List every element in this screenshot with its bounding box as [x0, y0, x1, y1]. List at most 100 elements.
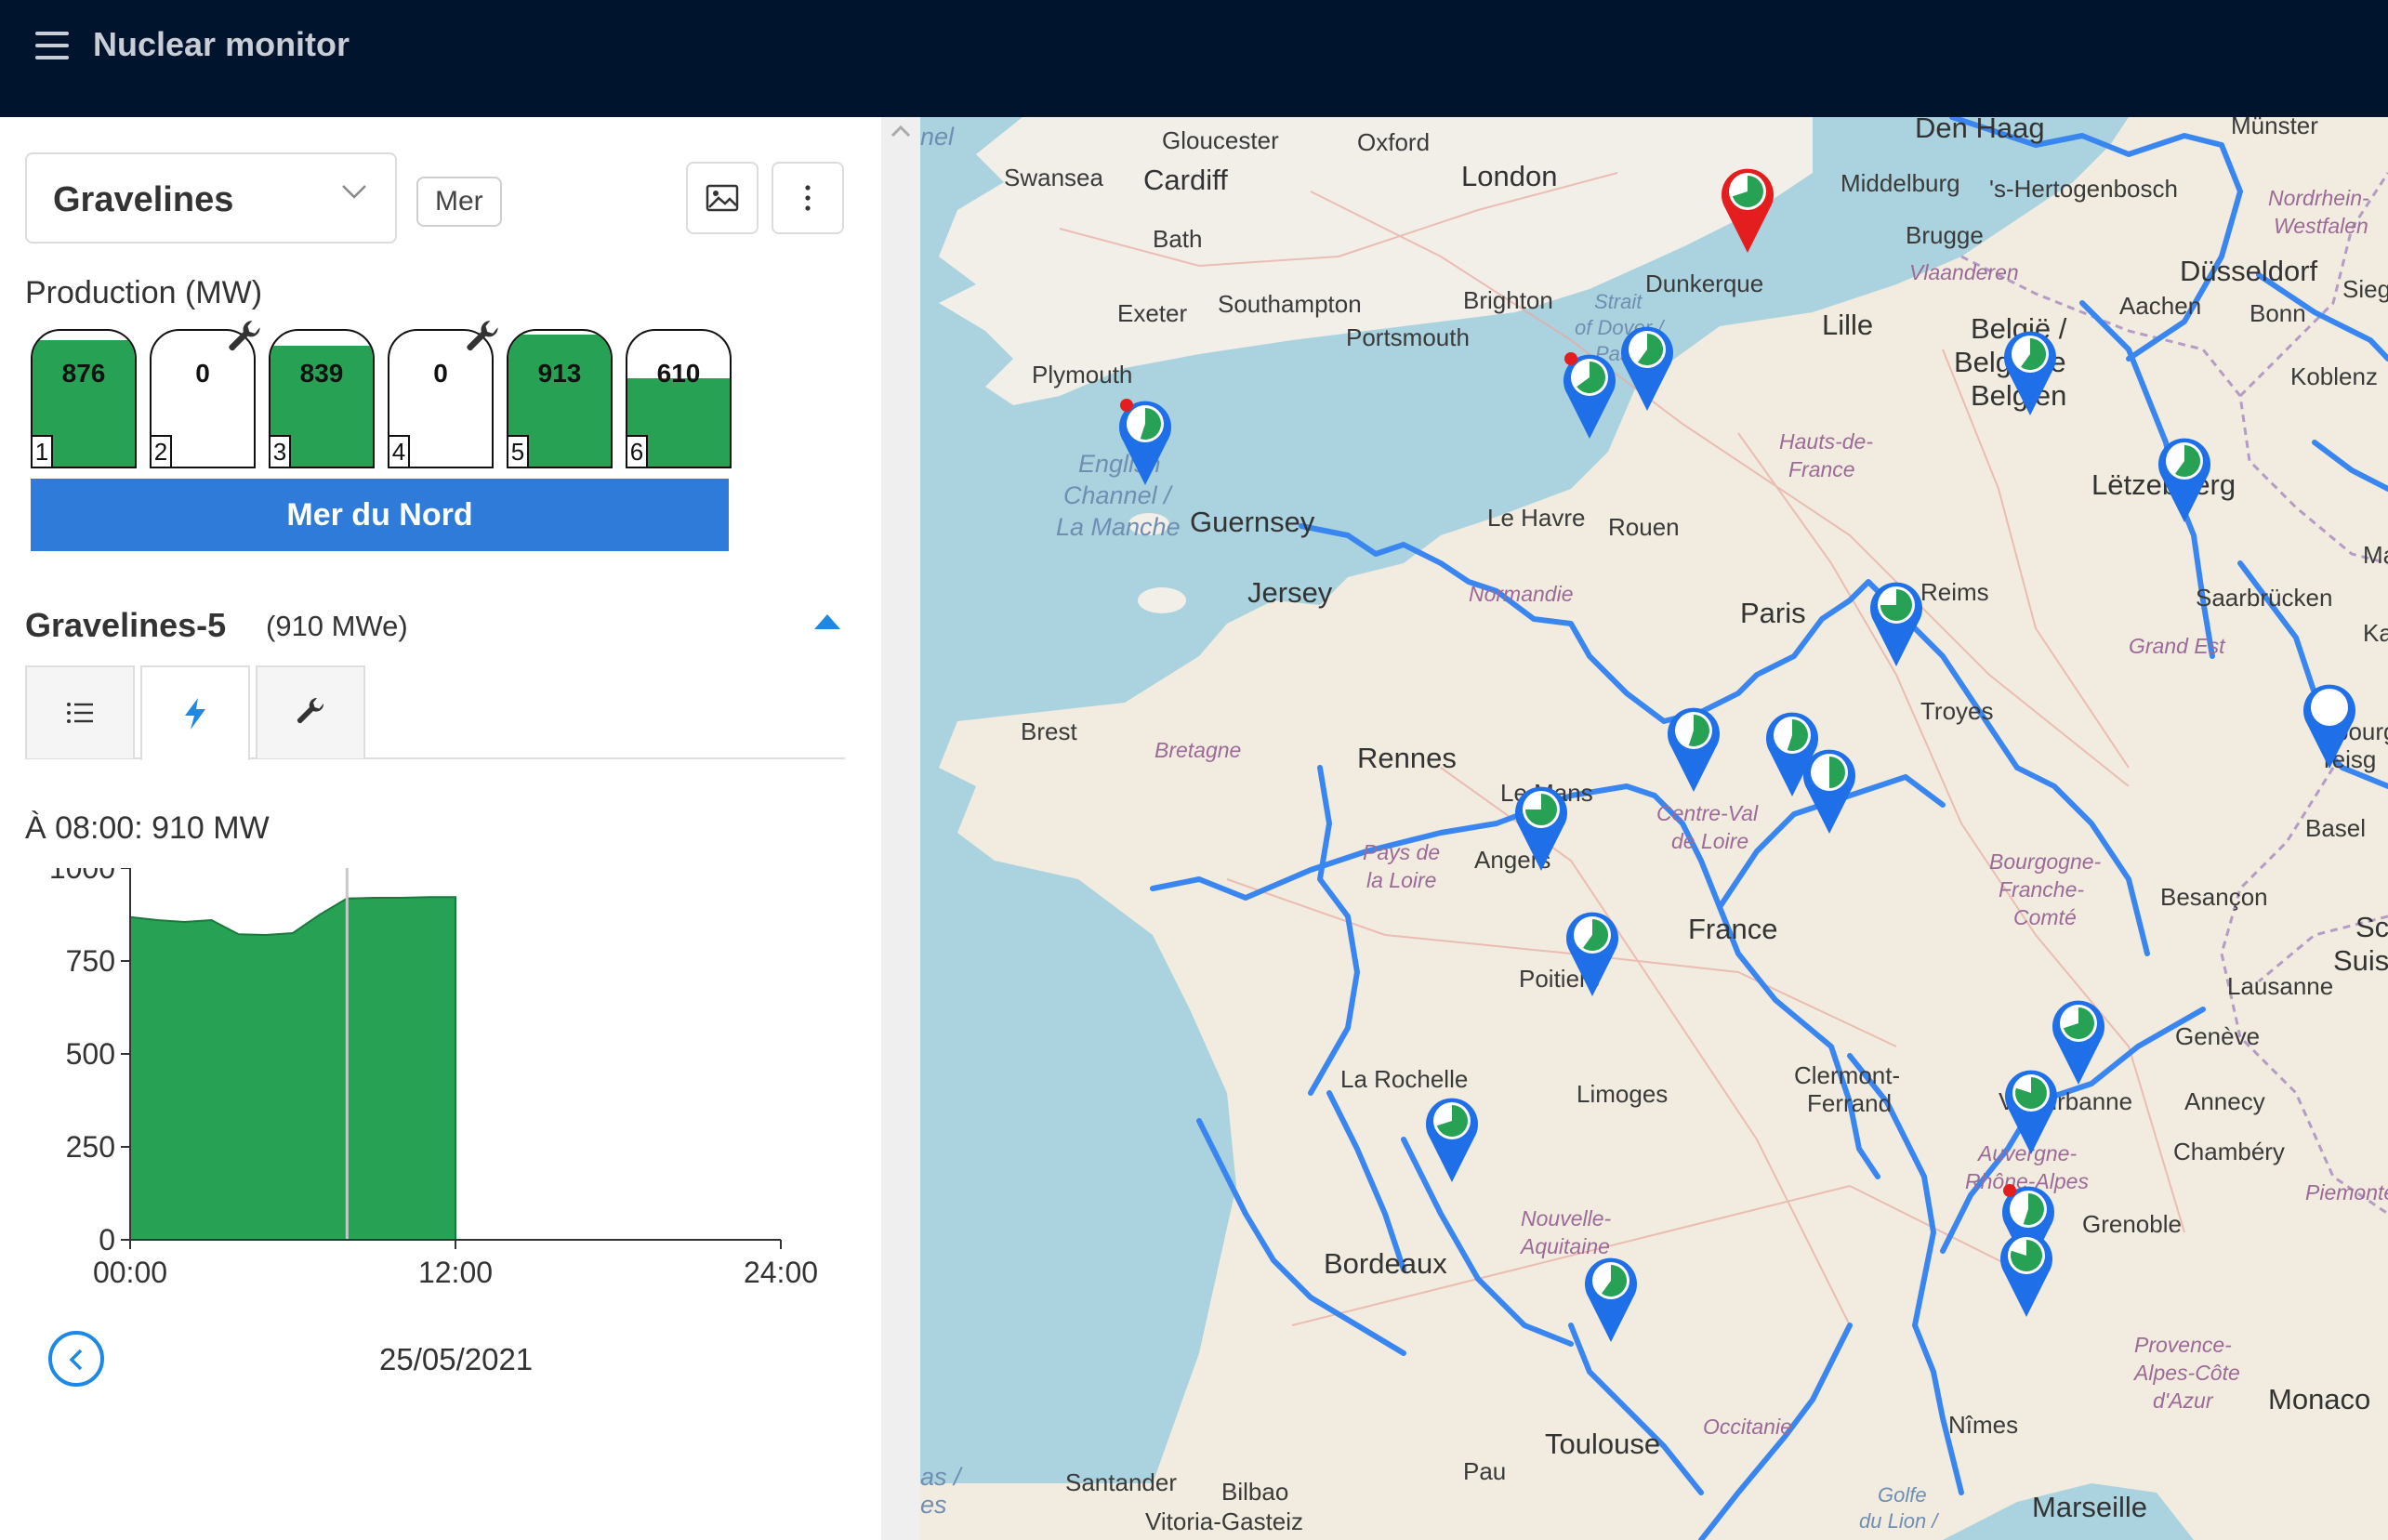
- map-label-suisse: Suisse: [2333, 944, 2388, 977]
- reactor-6[interactable]: 610 6: [626, 329, 732, 468]
- reactor-5[interactable]: 913 5: [507, 329, 613, 468]
- plant-marker[interactable]: [2155, 433, 2214, 524]
- x-tick-label: 24:00: [744, 1256, 818, 1289]
- plant-marker[interactable]: [1563, 907, 1622, 998]
- plant-marker-offline[interactable]: [2300, 679, 2359, 770]
- tab-maintenance[interactable]: [256, 665, 365, 758]
- plant-marker[interactable]: [1560, 349, 1619, 441]
- reactor-number: 3: [270, 435, 291, 467]
- map-label-aachen: Aachen: [2119, 292, 2202, 320]
- production-chart: 0 250 500 750 1000 00:00 12:00 24:00: [49, 868, 818, 1289]
- map-label-golfe: Golfe: [1878, 1483, 1927, 1507]
- previous-day-button[interactable]: [48, 1331, 104, 1387]
- reactor-value: 610: [656, 359, 701, 388]
- site-select[interactable]: Gravelines: [25, 152, 397, 244]
- plant-marker[interactable]: [1800, 744, 1859, 836]
- wrench-icon: [297, 697, 324, 724]
- map-label-jersey: Jersey: [1247, 576, 1333, 609]
- plant-marker[interactable]: [2001, 1065, 2061, 1156]
- map-label-la-rochelle: La Rochelle: [1340, 1065, 1469, 1093]
- map-label-paris: Paris: [1740, 597, 1806, 629]
- map-label-normandie: Normandie: [1469, 582, 1574, 606]
- plant-marker[interactable]: [2000, 326, 2060, 417]
- map-label-nordrhein: Nordrhein-: [2268, 186, 2369, 210]
- map-label-la-loire: la Loire: [1366, 868, 1437, 892]
- chevron-down-icon: [342, 185, 366, 199]
- map-label-bourgogne: Bourgogne-: [1989, 849, 2102, 874]
- plant-marker[interactable]: [1664, 703, 1723, 794]
- y-tick-label: 500: [66, 1037, 115, 1071]
- map-label-strait: Strait: [1594, 290, 1643, 313]
- map-label-rennes: Rennes: [1357, 742, 1457, 774]
- y-tick-label: 750: [66, 944, 115, 978]
- plant-marker[interactable]: [1867, 577, 1926, 668]
- map-label-saarbrucken: Saarbrücken: [2196, 584, 2333, 612]
- plant-marker[interactable]: [1997, 1228, 2056, 1319]
- map-label-alpes: Alpes-Côte: [2134, 1361, 2240, 1385]
- plant-marker[interactable]: [1115, 396, 1175, 487]
- plant-marker[interactable]: [1422, 1093, 1482, 1184]
- reactor-3[interactable]: 839 3: [269, 329, 375, 468]
- map-label-guernsey: Guernsey: [1190, 506, 1315, 538]
- site-select-value: Gravelines: [53, 180, 234, 219]
- x-tick-label: 12:00: [418, 1256, 493, 1289]
- tab-list[interactable]: [25, 665, 135, 758]
- cooling-source-bar[interactable]: Mer du Nord: [31, 479, 729, 551]
- map-label-nel: nel: [920, 123, 955, 151]
- app-title: Nuclear monitor: [93, 25, 350, 63]
- x-tick-label: 00:00: [93, 1256, 167, 1289]
- map-label-es: es: [920, 1491, 947, 1519]
- map-label-lausanne: Lausanne: [2227, 972, 2334, 1000]
- map-label-dunkerque: Dunkerque: [1645, 270, 1764, 297]
- map-label-centre: Centre-Val: [1656, 801, 1759, 825]
- map-label-le-havre: Le Havre: [1487, 504, 1586, 532]
- map-label-besancon: Besançon: [2160, 883, 2268, 911]
- scrollbar[interactable]: [881, 117, 920, 1540]
- map-label-toulouse: Toulouse: [1545, 1428, 1661, 1460]
- map-label-brugge: Brugge: [1906, 221, 1984, 249]
- map-label-limoges: Limoges: [1577, 1080, 1669, 1108]
- map-label-exeter: Exeter: [1117, 299, 1188, 327]
- unit-capacity: (910 MWe): [266, 610, 408, 642]
- map-label-bretagne: Bretagne: [1154, 738, 1242, 762]
- plant-marker[interactable]: [1581, 1253, 1641, 1344]
- more-options-button[interactable]: [772, 162, 844, 234]
- production-area: [129, 896, 456, 1241]
- reactor-1[interactable]: 876 1: [31, 329, 137, 468]
- reactor-number: 4: [389, 435, 410, 467]
- map-label-nimes: Nîmes: [1948, 1411, 2019, 1439]
- plant-marker[interactable]: [1718, 164, 1777, 255]
- production-at-time: À 08:00: 910 MW: [25, 810, 270, 846]
- map-label-pays: Pays de: [1363, 840, 1441, 864]
- scroll-up-icon[interactable]: [891, 125, 911, 138]
- map-label-lille: Lille: [1822, 309, 1874, 341]
- map-label-ka: Ka: [2363, 619, 2388, 647]
- map-label-piemonte: Piemonte: [2305, 1180, 2388, 1204]
- map-label-clermont: Clermont-: [1794, 1061, 1901, 1089]
- map-label-dusseldorf: Düsseldorf: [2180, 255, 2318, 287]
- production-label: Production (MW): [25, 275, 263, 310]
- hamburger-menu-icon[interactable]: [35, 32, 69, 59]
- map-label-grand-est: Grand Est: [2129, 634, 2225, 658]
- map-label-franche: Franche-: [1999, 877, 2085, 902]
- reactor-value: 0: [195, 359, 210, 388]
- lightning-icon: [185, 698, 205, 730]
- map-label-dazur: d'Azur: [2153, 1389, 2213, 1413]
- reactor-value: 0: [433, 359, 448, 388]
- list-icon: [67, 703, 93, 723]
- tab-power[interactable]: [140, 665, 250, 760]
- plant-marker[interactable]: [1617, 322, 1677, 413]
- plant-marker[interactable]: [1511, 782, 1571, 873]
- y-tick-label: 1000: [49, 868, 115, 885]
- map-label-bilbao: Bilbao: [1221, 1478, 1289, 1506]
- map-label-rouen: Rouen: [1608, 513, 1680, 541]
- image-button[interactable]: [686, 162, 759, 234]
- map-label-grenoble: Grenoble: [2082, 1210, 2182, 1238]
- map-label-swansea: Swansea: [1004, 164, 1103, 191]
- map-label-provence: Provence-: [2134, 1333, 2232, 1357]
- reactor-number: 2: [152, 435, 172, 467]
- reactor-number: 1: [33, 435, 53, 467]
- collapse-arrow-icon[interactable]: [814, 614, 840, 629]
- map[interactable]: Den Haag Münster Gloucester Oxford Swans…: [920, 117, 2388, 1540]
- map-label-den-haag: Den Haag: [1915, 117, 2045, 144]
